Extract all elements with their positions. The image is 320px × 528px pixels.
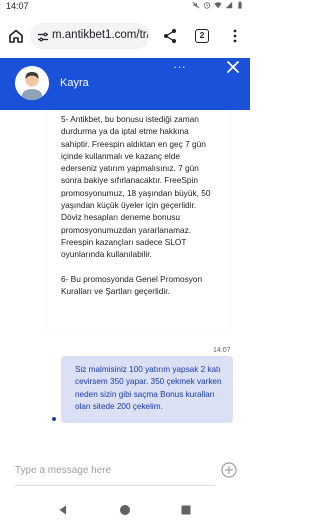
chat-menu-button[interactable]: ... xyxy=(172,58,188,73)
mute-icon xyxy=(192,1,200,9)
agent-message-line: Freespin kazançları sadece SLOT xyxy=(61,236,187,247)
message-timestamp: 14:07 xyxy=(213,347,231,354)
agent-message-line: promosyonumuz, 18 yaşından büyük, 50 xyxy=(61,187,211,198)
signal-icon xyxy=(225,1,233,9)
agent-message-line: sonra bakiye sıfırlanacaktır. FreeSpin xyxy=(61,175,198,186)
battery-icon xyxy=(236,1,244,9)
close-icon[interactable] xyxy=(226,60,240,74)
add-attachment-icon[interactable] xyxy=(221,462,237,478)
agent-message-line: sahiptir. Freespin aldıktan en geç 7 gün xyxy=(61,138,206,149)
system-nav-bar xyxy=(0,492,250,528)
chat-messages[interactable]: 5- Antikbet, bu bonusu istediği zaman du… xyxy=(0,110,250,450)
share-button[interactable] xyxy=(160,26,180,46)
overflow-menu-button[interactable] xyxy=(225,26,245,46)
user-message-bubble: Siz malmisiniz 100 yatırım yapsak 2 katı… xyxy=(61,356,233,423)
agent-name: Kayra xyxy=(60,77,89,89)
home-button[interactable] xyxy=(6,26,26,46)
alarm-icon xyxy=(203,1,211,9)
agent-message-line: ederseniz yatırım yapmalısınız. 7 gün xyxy=(61,163,199,174)
recents-icon[interactable] xyxy=(180,504,192,516)
agent-message-rule-6: 6- Bu promosyonda Genel Promosyon Kurall… xyxy=(61,273,203,296)
chat-header: Kayra ... xyxy=(0,58,250,110)
agent-message-line: promosyonumuzdan yararlanamaz. xyxy=(61,224,192,235)
tab-switcher-icon[interactable]: 2 xyxy=(195,29,209,43)
home-icon xyxy=(8,28,24,44)
agent-message-line: durdurma ya da iptal etme hakkına xyxy=(61,126,189,137)
agent-message-line: içinde kullanmalı ve kazanç elde xyxy=(61,150,180,161)
message-input[interactable] xyxy=(15,456,215,486)
agent-message-line: 5- Antikbet, bu bonusu istediği zaman xyxy=(61,114,199,124)
back-icon[interactable] xyxy=(57,504,69,516)
url-text: m.antikbet1.com/tr/ xyxy=(52,29,148,41)
address-bar[interactable]: m.antikbet1.com/tr/ xyxy=(30,23,150,49)
status-time: 14:07 xyxy=(6,1,29,11)
home-circle-icon[interactable] xyxy=(119,504,131,516)
browser-toolbar: m.antikbet1.com/tr/ 2 xyxy=(0,14,250,58)
tune-icon[interactable] xyxy=(37,30,49,42)
agent-message-line: Döviz hesapları deneme bonusu xyxy=(61,212,180,223)
overflow-menu-icon xyxy=(227,28,243,44)
wifi-icon xyxy=(214,1,222,9)
read-status-dot xyxy=(52,417,56,421)
agent-avatar xyxy=(15,66,49,100)
user-message-text: Siz malmisiniz 100 yatırım yapsak 2 katı… xyxy=(75,365,222,411)
status-icons xyxy=(192,1,244,9)
status-bar: 14:07 xyxy=(0,0,250,14)
agent-message-line: yaşından küçük üyeler için geçerlidir. xyxy=(61,200,197,211)
share-icon xyxy=(162,28,178,44)
agent-message-line: oyunlarında kullanılabilir. xyxy=(61,249,152,260)
agent-message-bubble: 5- Antikbet, bu bonusu istediği zaman du… xyxy=(48,110,231,332)
message-composer xyxy=(0,450,250,492)
